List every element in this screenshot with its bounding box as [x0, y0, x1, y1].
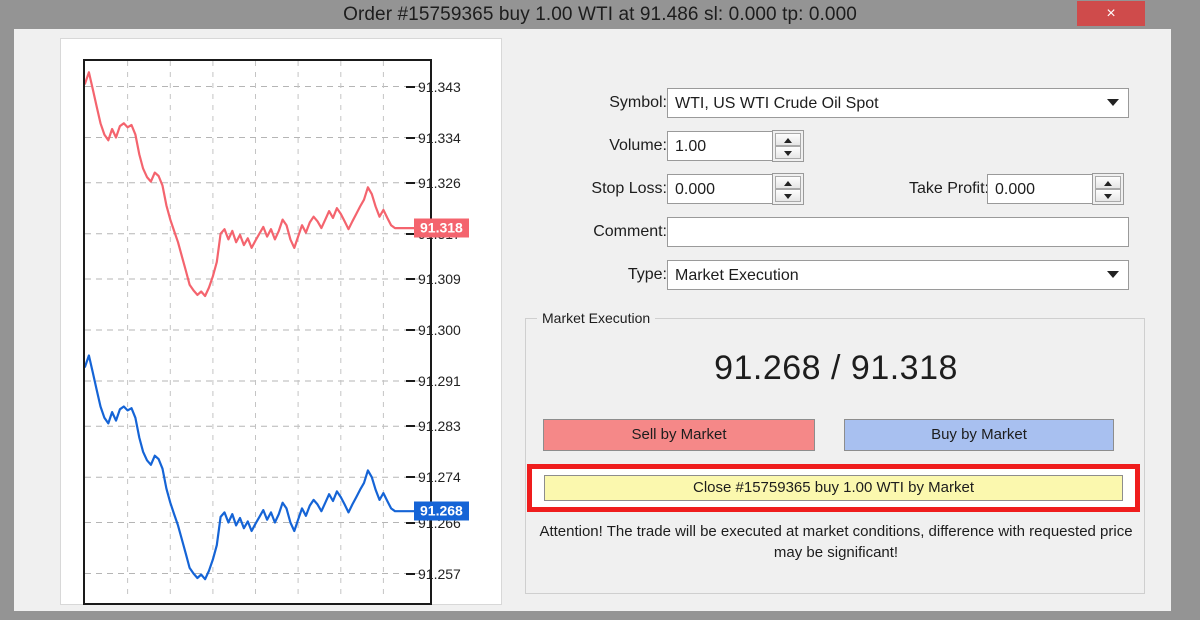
close-order-highlight: Close #15759365 buy 1.00 WTI by Market: [527, 464, 1140, 512]
stepper-down-icon[interactable]: [775, 189, 801, 202]
stop-loss-stepper[interactable]: [772, 173, 804, 205]
order-dialog-window: Order #15759365 buy 1.00 WTI at 91.486 s…: [0, 0, 1200, 620]
stop-loss-input[interactable]: 0.000: [667, 174, 774, 204]
stop-loss-label: Stop Loss:: [591, 174, 667, 204]
close-icon: ×: [1077, 1, 1145, 26]
axis-tick-mark: [406, 329, 415, 331]
stepper-down-icon[interactable]: [775, 146, 801, 159]
price-axis: 91.34391.33491.32691.31791.30991.30091.2…: [410, 39, 500, 585]
axis-tick-label: 91.291: [418, 373, 461, 389]
market-execution-group: Market Execution 91.268 / 91.318 Sell by…: [525, 318, 1145, 594]
type-select[interactable]: Market Execution: [667, 260, 1129, 290]
axis-tick-mark: [406, 137, 415, 139]
type-value: Market Execution: [675, 261, 799, 291]
bid-ask-price-display: 91.268 / 91.318: [526, 349, 1146, 388]
symbol-select[interactable]: WTI, US WTI Crude Oil Spot: [667, 88, 1129, 118]
comment-row: Comment:: [509, 217, 1159, 247]
axis-tick-label: 91.300: [418, 322, 461, 338]
axis-tick-label: 91.283: [418, 418, 461, 434]
axis-tick-mark: [406, 522, 415, 524]
stepper-up-icon[interactable]: [775, 133, 801, 146]
symbol-row: Symbol: WTI, US WTI Crude Oil Spot: [509, 88, 1159, 118]
window-close-button[interactable]: ×: [1077, 1, 1145, 26]
type-row: Type: Market Execution: [509, 260, 1159, 290]
volume-value: 1.00: [675, 132, 706, 162]
volume-row: Volume: 1.00: [509, 131, 1159, 161]
chevron-down-icon: [1107, 271, 1119, 278]
chevron-down-icon: [1107, 99, 1119, 106]
take-profit-input[interactable]: 0.000: [987, 174, 1094, 204]
stepper-down-icon[interactable]: [1095, 189, 1121, 202]
stop-loss-value: 0.000: [675, 175, 715, 205]
axis-tick-label: 91.326: [418, 175, 461, 191]
order-form: Symbol: WTI, US WTI Crude Oil Spot Volum…: [509, 38, 1159, 603]
price-chart: [83, 59, 432, 605]
stepper-up-icon[interactable]: [775, 176, 801, 189]
attention-message: Attention! The trade will be executed at…: [536, 521, 1136, 563]
comment-label: Comment:: [593, 217, 667, 247]
symbol-label: Symbol:: [609, 88, 667, 118]
axis-tick-mark: [406, 86, 415, 88]
axis-tick-mark: [406, 573, 415, 575]
type-label: Type:: [628, 260, 667, 290]
bid-price-badge: 91.268: [414, 502, 469, 521]
volume-label: Volume:: [609, 131, 667, 161]
take-profit-label: Take Profit:: [909, 174, 989, 204]
axis-tick-label: 91.257: [418, 566, 461, 582]
axis-tick-mark: [406, 278, 415, 280]
take-profit-value: 0.000: [995, 175, 1035, 205]
volume-stepper[interactable]: [772, 130, 804, 162]
sell-by-market-button[interactable]: Sell by Market: [543, 419, 815, 451]
ask-price-badge: 91.318: [414, 219, 469, 238]
axis-tick-mark: [406, 380, 415, 382]
price-chart-svg: [85, 61, 426, 599]
axis-tick-label: 91.274: [418, 469, 461, 485]
symbol-value: WTI, US WTI Crude Oil Spot: [675, 89, 879, 119]
take-profit-stepper[interactable]: [1092, 173, 1124, 205]
title-bar: Order #15759365 buy 1.00 WTI at 91.486 s…: [0, 0, 1200, 29]
stoploss-takeprofit-row: Stop Loss: 0.000 Take Profit: 0.000: [509, 174, 1159, 204]
window-title: Order #15759365 buy 1.00 WTI at 91.486 s…: [0, 0, 1200, 29]
close-order-button[interactable]: Close #15759365 buy 1.00 WTI by Market: [544, 475, 1123, 501]
axis-tick-label: 91.309: [418, 271, 461, 287]
volume-input[interactable]: 1.00: [667, 131, 774, 161]
axis-tick-mark: [406, 425, 415, 427]
axis-tick-mark: [406, 476, 415, 478]
stepper-up-icon[interactable]: [1095, 176, 1121, 189]
buy-by-market-button[interactable]: Buy by Market: [844, 419, 1114, 451]
dialog-client-area: 91.34391.33491.32691.31791.30991.30091.2…: [14, 29, 1171, 611]
axis-tick-label: 91.343: [418, 79, 461, 95]
comment-input[interactable]: [667, 217, 1129, 247]
axis-tick-mark: [406, 182, 415, 184]
price-chart-panel: 91.34391.33491.32691.31791.30991.30091.2…: [60, 38, 502, 605]
axis-tick-label: 91.334: [418, 130, 461, 146]
market-execution-title: Market Execution: [537, 310, 655, 326]
